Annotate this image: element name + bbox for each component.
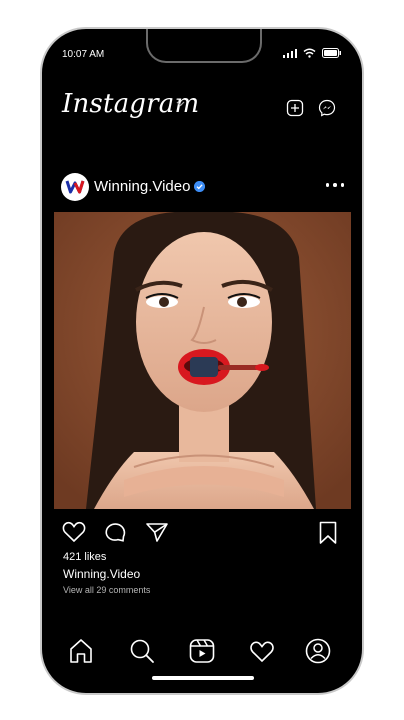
chevron-down-icon[interactable] <box>176 101 185 107</box>
post-username[interactable]: Winning.Video <box>94 178 190 195</box>
heart-icon[interactable] <box>62 521 86 543</box>
activity-icon[interactable] <box>248 637 276 665</box>
comment-icon[interactable] <box>103 521 127 543</box>
verified-badge-icon <box>194 181 205 192</box>
bookmark-icon[interactable] <box>318 521 338 545</box>
view-comments-link[interactable]: View all 29 comments <box>63 585 150 595</box>
messenger-icon[interactable] <box>318 99 336 117</box>
wifi-icon <box>303 48 316 58</box>
reels-icon[interactable] <box>188 637 216 665</box>
status-icons <box>283 48 342 58</box>
post-image[interactable] <box>54 212 351 509</box>
battery-icon <box>322 48 341 58</box>
post-actions <box>42 521 362 551</box>
home-indicator <box>152 676 254 680</box>
search-icon[interactable] <box>128 637 156 665</box>
bottom-nav <box>42 631 362 671</box>
notch <box>146 29 262 63</box>
status-time: 10:07 AM <box>62 49 105 60</box>
model-portrait-image <box>54 212 351 509</box>
home-icon[interactable] <box>67 637 95 665</box>
likes-count[interactable]: 421 likes <box>63 551 106 563</box>
new-post-icon[interactable] <box>286 99 304 117</box>
post-header: Winning.Video <box>42 171 362 205</box>
signal-icon <box>283 48 297 58</box>
phone-frame: 10:07 AM Instagram Winning.Video 421 lik… <box>40 27 364 695</box>
app-header: Instagram <box>42 89 362 129</box>
winning-video-logo-icon <box>65 180 85 194</box>
avatar[interactable] <box>61 173 89 201</box>
caption-username[interactable]: Winning.Video <box>63 567 140 581</box>
share-icon[interactable] <box>145 521 169 543</box>
profile-icon[interactable] <box>304 637 332 665</box>
more-options-icon[interactable] <box>325 183 344 187</box>
